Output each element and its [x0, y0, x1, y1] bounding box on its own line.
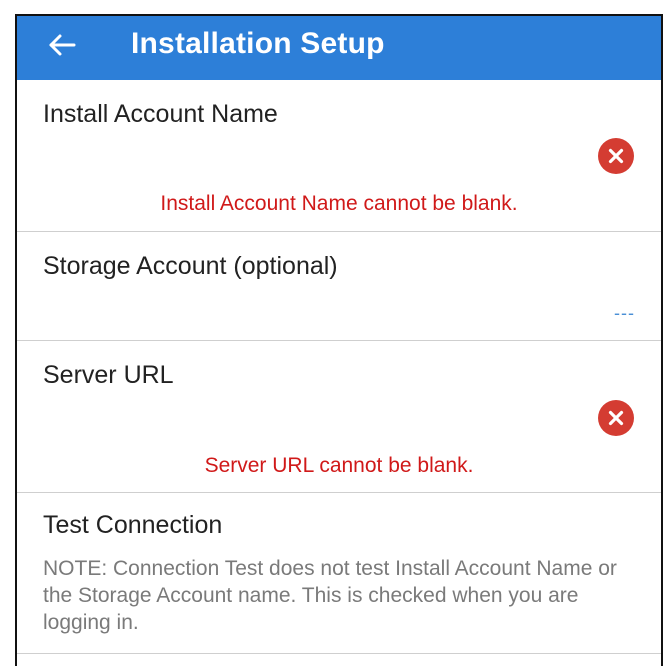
error-x-icon: [598, 400, 634, 436]
screen-frame: Installation Setup Install Account Name …: [15, 14, 663, 666]
storage-account-row[interactable]: Storage Account (optional) ---: [17, 232, 661, 341]
storage-account-label: Storage Account (optional): [43, 252, 338, 280]
back-arrow-icon[interactable]: [47, 30, 77, 60]
test-connection-note: NOTE: Connection Test does not test Inst…: [43, 557, 617, 634]
install-account-name-error: Install Account Name cannot be blank.: [160, 192, 518, 215]
server-url-label: Server URL: [43, 361, 174, 389]
server-url-row[interactable]: Server URL Server URL cannot be blank.: [17, 341, 661, 493]
server-url-error: Server URL cannot be blank.: [204, 454, 474, 477]
page-title: Installation Setup: [131, 27, 385, 60]
install-account-name-label: Install Account Name: [43, 100, 278, 128]
test-connection-label: Test Connection: [43, 511, 223, 539]
error-x-icon: [598, 138, 634, 174]
install-account-name-row[interactable]: Install Account Name Install Account Nam…: [17, 80, 661, 232]
app-bar: Installation Setup: [17, 16, 661, 80]
storage-account-value: ---: [614, 303, 635, 323]
test-connection-row[interactable]: Test Connection NOTE: Connection Test do…: [17, 493, 661, 654]
